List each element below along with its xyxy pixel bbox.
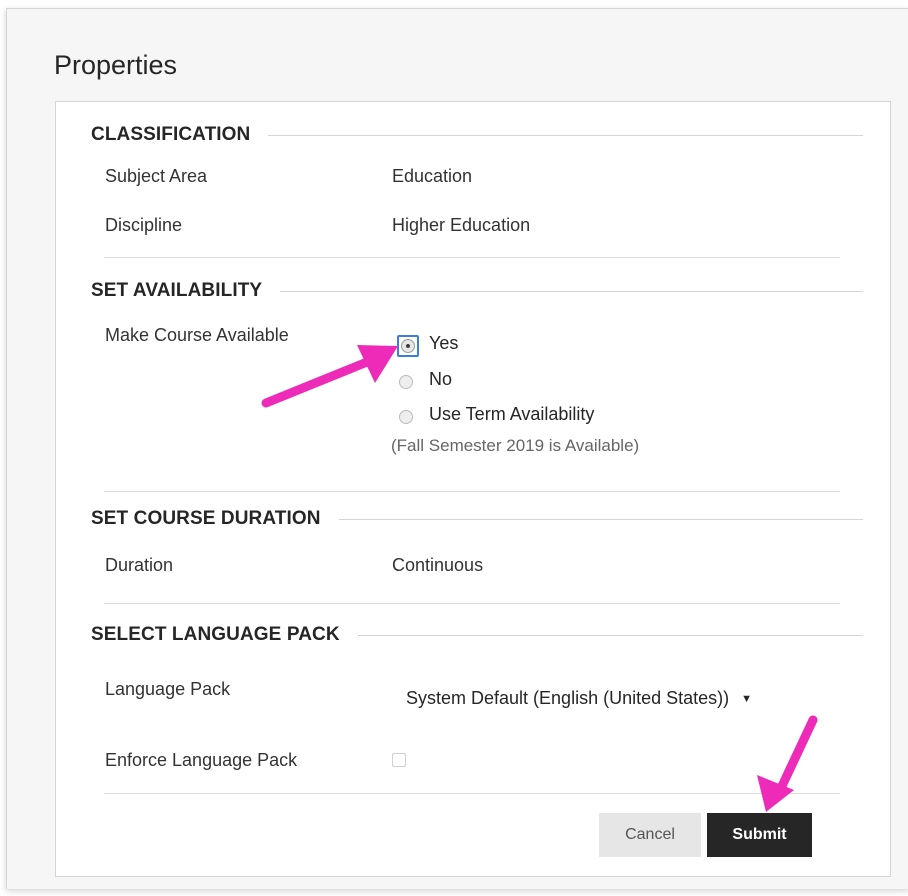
annotation-arrows	[261, 345, 818, 812]
pointer-arrow-icon	[757, 715, 818, 812]
pointer-arrow-icon	[261, 345, 398, 408]
